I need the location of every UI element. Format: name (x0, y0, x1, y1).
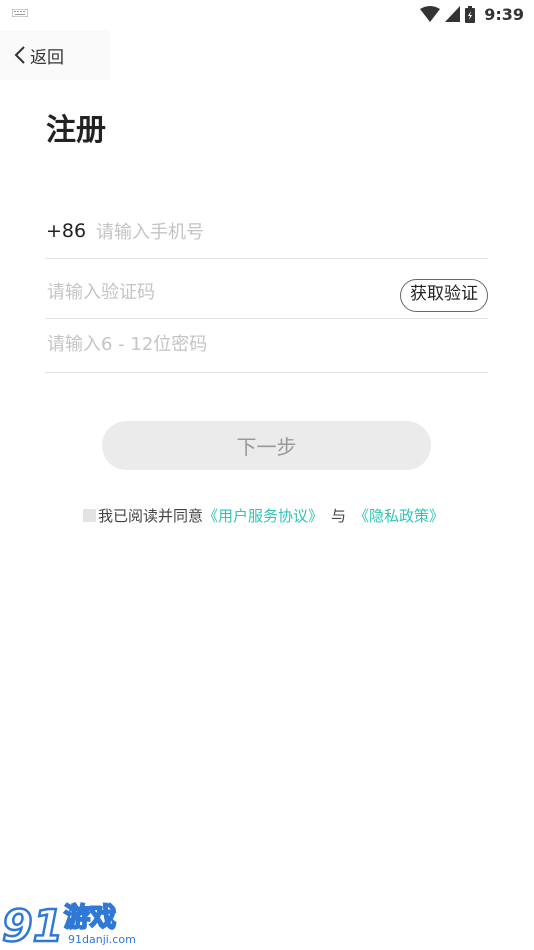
agreement-line: 我已阅读并同意 《用户服务协议》 与 《隐私政策》 (83, 505, 444, 526)
country-code[interactable]: +86 (46, 220, 86, 242)
privacy-policy-link[interactable]: 《隐私政策》 (354, 505, 444, 526)
watermark-logo: 91 游戏 91danji.com (1, 900, 136, 950)
code-row: 获取验证码 (45, 259, 488, 319)
password-row (45, 319, 488, 373)
agree-checkbox[interactable] (83, 509, 96, 522)
next-button[interactable]: 下一步 (102, 421, 431, 470)
battery-icon (465, 5, 476, 23)
svg-text:91: 91 (2, 901, 63, 950)
keyboard-icon (12, 9, 28, 17)
status-bar: 9:39 (0, 0, 534, 28)
wifi-icon (420, 6, 441, 22)
agreement-prefix: 我已阅读并同意 (98, 507, 204, 525)
chevron-left-icon (14, 46, 25, 64)
get-code-button[interactable]: 获取验证码 (400, 279, 488, 312)
back-button[interactable]: 返回 (0, 30, 110, 80)
password-input[interactable] (47, 331, 447, 357)
phone-input[interactable] (96, 219, 456, 245)
verification-code-input[interactable] (47, 279, 367, 305)
agreement-connector: 与 (331, 507, 347, 525)
page-title: 注册 (46, 113, 106, 148)
svg-text:91danji.com: 91danji.com (68, 933, 136, 946)
svg-text:游戏: 游戏 (64, 903, 116, 933)
status-time: 9:39 (484, 4, 524, 24)
user-agreement-link[interactable]: 《用户服务协议》 (203, 505, 323, 526)
signal-icon (445, 6, 461, 22)
phone-row: +86 (45, 205, 488, 259)
back-label: 返回 (30, 47, 64, 68)
